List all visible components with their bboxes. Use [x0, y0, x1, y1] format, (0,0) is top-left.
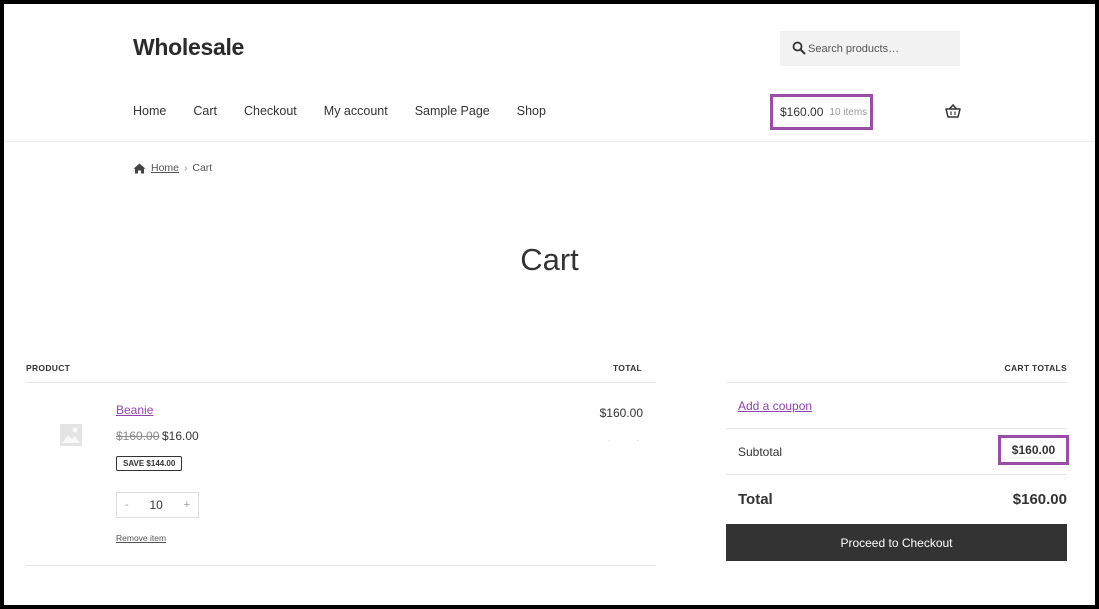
quantity-increase-button[interactable]: + — [184, 499, 190, 511]
quantity-stepper: - 10 + — [116, 492, 199, 518]
total-value: $160.00 — [1012, 491, 1067, 508]
table-divider-bottom — [26, 565, 656, 566]
totals-divider — [726, 474, 1067, 475]
column-header-total: TOTAL — [612, 363, 642, 373]
nav-item-cart[interactable]: Cart — [193, 104, 217, 118]
proceed-to-checkout-button[interactable]: Proceed to Checkout — [726, 524, 1067, 561]
nav-item-checkout[interactable]: Checkout — [244, 104, 297, 118]
subtotal-label: Subtotal — [738, 445, 783, 459]
subtotal-value: $160.00 — [998, 435, 1069, 465]
totals-divider — [726, 428, 1067, 429]
nav-item-shop[interactable]: Shop — [517, 104, 546, 118]
search-icon — [792, 41, 806, 55]
basket-icon[interactable] — [945, 104, 961, 118]
header-cart-count: 10 items — [829, 106, 868, 118]
header-divider — [4, 141, 1095, 142]
header-cart-amount: $160.00 — [780, 105, 824, 119]
product-name-link[interactable]: Beanie — [116, 403, 153, 417]
site-title[interactable]: Wholesale — [133, 34, 244, 61]
table-divider — [26, 382, 656, 383]
column-header-product: PRODUCT — [26, 363, 71, 373]
nav-item-sample-page[interactable]: Sample Page — [415, 104, 490, 118]
quantity-value[interactable]: 10 — [149, 498, 162, 512]
line-total: $160.00 — [599, 406, 643, 420]
breadcrumb-current: Cart — [192, 162, 213, 174]
search-input[interactable] — [808, 31, 956, 66]
add-coupon-link[interactable]: Add a coupon — [738, 399, 812, 413]
remove-item-link[interactable]: Remove item — [116, 533, 166, 543]
header-cart-summary[interactable]: $160.00 10 items — [770, 94, 873, 130]
nav-item-my-account[interactable]: My account — [324, 104, 388, 118]
totals-divider — [726, 382, 1067, 383]
nav-item-home[interactable]: Home — [133, 104, 166, 118]
savings-badge: SAVE $144.00 — [116, 456, 183, 471]
home-icon — [133, 163, 146, 173]
main-nav: Home Cart Checkout My account Sample Pag… — [133, 104, 573, 118]
page-title: Cart — [520, 242, 579, 277]
search-box[interactable] — [780, 31, 960, 66]
breadcrumb-separator: › — [184, 162, 188, 174]
decorative-dots: ·· — [608, 436, 666, 445]
product-placeholder-image-icon[interactable] — [59, 423, 83, 447]
total-label: Total — [738, 491, 773, 508]
product-regular-price: $160.00 — [116, 429, 160, 443]
product-sale-price: $16.00 — [162, 429, 199, 443]
quantity-decrease-button[interactable]: - — [125, 499, 129, 511]
breadcrumb-home-link[interactable]: Home — [151, 162, 179, 174]
page-frame: Wholesale Home Cart Checkout My account … — [0, 0, 1099, 609]
breadcrumb: Home › Cart — [133, 162, 212, 174]
cart-totals-header: CART TOTALS — [1004, 363, 1067, 373]
